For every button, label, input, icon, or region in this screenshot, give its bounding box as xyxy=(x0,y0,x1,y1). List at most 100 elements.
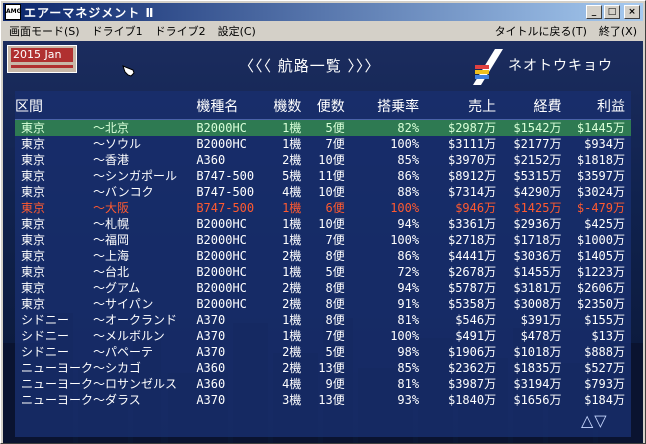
cell-load-factor: 85% xyxy=(397,361,420,375)
cell-destination: ～オークランド xyxy=(93,313,178,327)
header-cost: 経費 xyxy=(496,93,562,120)
cell-destination: ～パペーテ xyxy=(93,345,154,359)
header-aircraft-type: 機種名 xyxy=(196,93,268,120)
cell-load-factor: 86% xyxy=(397,249,420,263)
cell-destination: ～大阪 xyxy=(93,201,130,215)
minimize-button[interactable]: _ xyxy=(586,5,602,19)
cell-cost: $4290万 xyxy=(513,185,562,199)
cell-sales: $1906万 xyxy=(447,345,497,359)
cell-profit: $888万 xyxy=(584,345,625,359)
menu-drive2[interactable]: ドライブ2 xyxy=(149,23,212,39)
cell-aircraft-type: B2000HC xyxy=(196,281,247,295)
cell-aircraft-count: 2機 xyxy=(282,153,302,167)
cell-flights: 8便 xyxy=(325,249,345,263)
cell-profit: $527万 xyxy=(584,361,625,375)
airline-logo-icon xyxy=(473,49,503,85)
cell-load-factor: 100% xyxy=(390,233,420,247)
cell-origin: ニューヨーク xyxy=(21,361,94,375)
hand-cursor-icon xyxy=(122,65,135,77)
cell-load-factor: 81% xyxy=(397,377,420,391)
cell-origin: 東京 xyxy=(21,137,46,151)
date-text: 2015 Jan xyxy=(11,48,73,62)
table-row[interactable]: 東京 ～香港 A360 2機 10便 85% $3970万 $2152万 $1818万 xyxy=(15,152,631,168)
title-bar[interactable]: AMG エアーマネジメント Ⅱ _ □ × xyxy=(3,3,643,21)
route-table: 区間 機種名 機数 便数 搭乗率 売上 経費 利益 東京 ～北京 B2000HC 1機… xyxy=(15,93,631,408)
cell-aircraft-type: B2000HC xyxy=(196,297,247,311)
scroll-arrows[interactable]: △▽ xyxy=(581,411,608,430)
date-display: 2015 Jan xyxy=(7,45,77,73)
cell-load-factor: 100% xyxy=(390,201,420,215)
cell-flights: 5便 xyxy=(325,265,345,279)
table-row[interactable]: 東京 ～サイパン B2000HC 2機 8便 91% $5358万 $3008万 $2350万 xyxy=(15,296,631,312)
table-row[interactable]: シドニー ～メルボルン A370 1機 7便 100% $491万 $478万 $13万 xyxy=(15,328,631,344)
cell-destination: ～北京 xyxy=(93,119,197,136)
cell-profit: $2350万 xyxy=(576,297,625,311)
cell-aircraft-count: 2機 xyxy=(282,361,302,375)
table-row[interactable]: 東京 ～台北 B2000HC 1機 5便 72% $2678万 $1455万 $1223万 xyxy=(15,264,631,280)
cell-cost: $1718万 xyxy=(513,233,562,247)
menu-return-title[interactable]: タイトルに戻る(T) xyxy=(489,23,593,39)
close-button[interactable]: × xyxy=(624,5,640,19)
cell-cost: $3036万 xyxy=(513,249,562,263)
cell-destination: ～福岡 xyxy=(93,233,130,247)
route-table-panel: 区間 機種名 機数 便数 搭乗率 売上 経費 利益 東京 ～北京 B2000HC 1機… xyxy=(15,91,631,437)
cell-destination: ～グアム xyxy=(93,281,141,295)
table-row[interactable]: 東京 ～バンコク B747-500 4機 10便 88% $7314万 $4290万 $3024… xyxy=(15,184,631,200)
cell-aircraft-type: A360 xyxy=(196,153,226,167)
table-row[interactable]: 東京 ～北京 B2000HC 1機 5便 82% $2987万 $1542万 $1445万 xyxy=(15,119,631,136)
window-title: エアーマネジメント Ⅱ xyxy=(24,5,155,20)
cell-profit: $1405万 xyxy=(576,249,625,263)
cell-cost: $3181万 xyxy=(513,281,562,295)
cell-aircraft-type: A370 xyxy=(196,329,226,343)
date-stripe xyxy=(11,65,73,68)
cell-profit: $425万 xyxy=(584,217,625,231)
cell-sales: $5787万 xyxy=(447,281,497,295)
cell-origin: 東京 xyxy=(21,233,46,247)
cell-origin: 東京 xyxy=(21,297,46,311)
table-row[interactable]: シドニー ～パペーテ A370 2機 5便 98% $1906万 $1018万 $888万 xyxy=(15,344,631,360)
menu-drive1[interactable]: ドライブ1 xyxy=(86,23,149,39)
cell-sales: $8912万 xyxy=(447,169,497,183)
cell-origin: 東京 xyxy=(21,185,46,199)
menu-screen-mode[interactable]: 画面モード(S) xyxy=(3,23,86,39)
cell-load-factor: 86% xyxy=(397,169,420,183)
cell-profit: $1818万 xyxy=(576,153,625,167)
cell-cost: $1455万 xyxy=(513,265,562,279)
cell-origin: 東京 xyxy=(21,281,46,295)
cell-destination: ～バンコク xyxy=(93,185,154,199)
table-row[interactable]: ニューヨーク ～ダラス A370 3機 13便 93% $1840万 $1656万 $184万 xyxy=(15,392,631,408)
menu-settings[interactable]: 設定(C) xyxy=(212,23,262,39)
table-row[interactable]: 東京 ～ソウル B2000HC 1機 7便 100% $3111万 $2177万 $934万 xyxy=(15,136,631,152)
cell-flights: 9便 xyxy=(325,377,345,391)
cell-profit: $934万 xyxy=(584,137,625,151)
table-row[interactable]: ニューヨーク ～シカゴ A360 2機 13便 85% $2362万 $1835万 $527万 xyxy=(15,360,631,376)
app-icon: AMG xyxy=(5,4,22,20)
table-row[interactable]: 東京 ～上海 B2000HC 2機 8便 86% $4441万 $3036万 $1405万 xyxy=(15,248,631,264)
cell-sales: $1840万 xyxy=(447,393,497,407)
cell-load-factor: 82% xyxy=(344,119,420,136)
cell-cost: $2936万 xyxy=(513,217,562,231)
airline-name: ネオトウキョウ xyxy=(508,58,613,74)
cell-flights: 7便 xyxy=(325,233,345,247)
table-row[interactable]: 東京 ～札幌 B2000HC 1機 10便 94% $3361万 $2936万 $425万 xyxy=(15,216,631,232)
table-row[interactable]: 東京 ～大阪 B747-500 1機 6便 100% $946万 $1425万 $-479万 xyxy=(15,200,631,216)
cell-load-factor: 72% xyxy=(397,265,420,279)
table-row[interactable]: 東京 ～シンガポール B747-500 5機 11便 86% $8912万 $5315万 $35… xyxy=(15,168,631,184)
maximize-button[interactable]: □ xyxy=(604,5,620,19)
cell-origin: シドニー xyxy=(21,313,70,327)
menu-exit[interactable]: 終了(X) xyxy=(593,23,643,39)
cell-origin: シドニー xyxy=(21,329,70,343)
cell-profit: $-479万 xyxy=(576,201,625,215)
table-row[interactable]: 東京 ～グアム B2000HC 2機 8便 94% $5787万 $3181万 $2606万 xyxy=(15,280,631,296)
cell-aircraft-count: 5機 xyxy=(282,169,302,183)
table-row[interactable]: 東京 ～福岡 B2000HC 1機 7便 100% $2718万 $1718万 $1000万 xyxy=(15,232,631,248)
cell-aircraft-type: B2000HC xyxy=(196,265,247,279)
cell-aircraft-type: B2000HC xyxy=(196,137,247,151)
cell-aircraft-count: 3機 xyxy=(282,393,302,407)
cell-destination: ～ソウル xyxy=(93,137,142,151)
cell-profit: $3024万 xyxy=(576,185,625,199)
cell-aircraft-type: A360 xyxy=(196,361,226,375)
table-row[interactable]: シドニー ～オークランド A370 1機 8便 81% $546万 $391万 $155万 xyxy=(15,312,631,328)
table-row[interactable]: ニューヨーク ～ロサンゼルス A360 4機 9便 81% $3987万 $3194万 $793… xyxy=(15,376,631,392)
cell-cost: $478万 xyxy=(520,329,562,343)
